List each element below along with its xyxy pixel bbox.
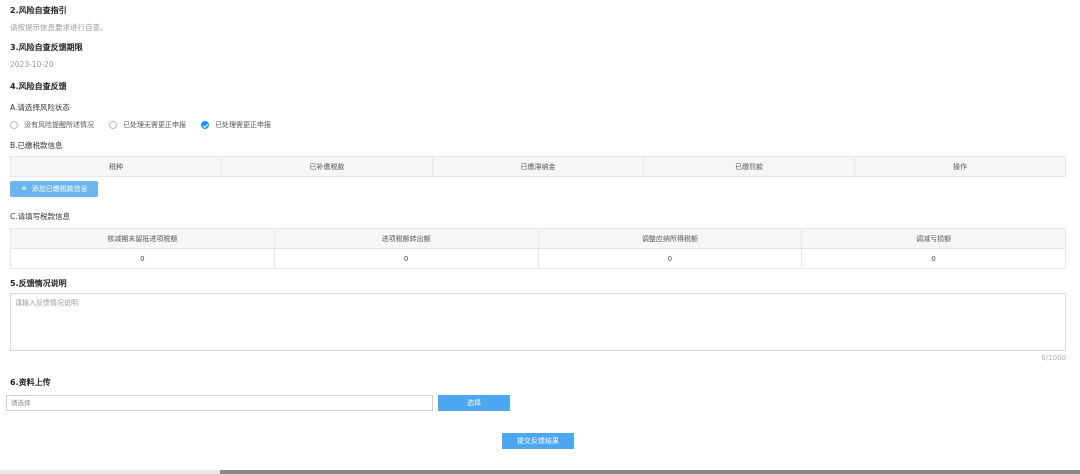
risk-status-label: A.请选择风险状态 (10, 103, 70, 112)
loss-info-label: C.请填写税款信息 (10, 212, 71, 221)
plus-icon: + (20, 183, 28, 194)
column-header: 税种 (10, 156, 222, 177)
table-row: 0 0 0 0 (10, 248, 1066, 269)
add-paid-tax-button[interactable]: + 添加已缴税款信息 (10, 181, 98, 197)
radio-option-no-risk[interactable]: 没有风险提醒所述情况 (10, 120, 94, 130)
radio-option-label: 已处理需更正申报 (215, 121, 271, 129)
risk-status-radio-group: 没有风险提醒所述情况 已处理无需更正申报 已处理需更正申报 (10, 120, 286, 130)
table-cell: 0 (10, 248, 275, 269)
submit-feedback-button[interactable]: 提交反馈结果 (502, 433, 574, 449)
column-header: 调整应纳所得税额 (537, 228, 803, 249)
column-header: 已缴罚款 (643, 156, 855, 177)
table-header-row: 核减期末留抵进项税额 进项税额转出额 调整应纳所得税额 调减亏损额 (10, 228, 1066, 249)
radio-unchecked-icon (109, 121, 117, 129)
section-explanation-title: 5.反馈情况说明 (10, 279, 67, 288)
table-header-row: 税种 已补缴税款 已缴滞纳金 已缴罚款 操作 (10, 156, 1066, 177)
paid-tax-label: B.已缴税款信息 (10, 141, 63, 150)
section-upload-title: 6.资料上传 (10, 378, 51, 387)
upload-file-input[interactable] (6, 395, 433, 411)
column-header: 已补缴税款 (221, 156, 433, 177)
add-paid-tax-label: 添加已缴税款信息 (31, 185, 88, 193)
column-header: 核减期末留抵进项税额 (10, 228, 275, 249)
column-header: 操作 (854, 156, 1066, 177)
radio-option-label: 没有风险提醒所述情况 (24, 121, 94, 129)
window-bottom-edge (0, 470, 1080, 474)
guide-text: 请按提示信息要求进行自查。 (10, 23, 108, 32)
section-guide-title: 2.风险自查指引 (10, 6, 67, 15)
section-feedback-title: 4.风险自查反馈 (10, 82, 67, 91)
feedback-explanation-textarea[interactable] (10, 293, 1066, 351)
radio-option-handled-no-correction[interactable]: 已处理无需更正申报 (109, 120, 186, 130)
choose-file-button[interactable]: 选择 (438, 395, 510, 411)
deadline-date: 2023-10-20 (10, 60, 54, 69)
column-header: 已缴滞纳金 (432, 156, 644, 177)
table-cell: 0 (801, 248, 1066, 269)
table-cell: 0 (537, 248, 803, 269)
char-counter: 0/1000 (1041, 354, 1066, 362)
radio-checked-icon (201, 121, 209, 129)
radio-unchecked-icon (10, 121, 18, 129)
column-header: 进项税额转出额 (273, 228, 539, 249)
section-deadline-title: 3.风险自查反馈期限 (10, 43, 83, 52)
paid-tax-table: 税种 已补缴税款 已缴滞纳金 已缴罚款 操作 (10, 156, 1066, 177)
table-cell: 0 (273, 248, 539, 269)
radio-option-label: 已处理无需更正申报 (123, 121, 186, 129)
radio-option-handled-need-correction[interactable]: 已处理需更正申报 (201, 120, 271, 130)
column-header: 调减亏损额 (801, 228, 1066, 249)
loss-info-table: 核减期末留抵进项税额 进项税额转出额 调整应纳所得税额 调减亏损额 0 0 0 … (10, 228, 1066, 269)
